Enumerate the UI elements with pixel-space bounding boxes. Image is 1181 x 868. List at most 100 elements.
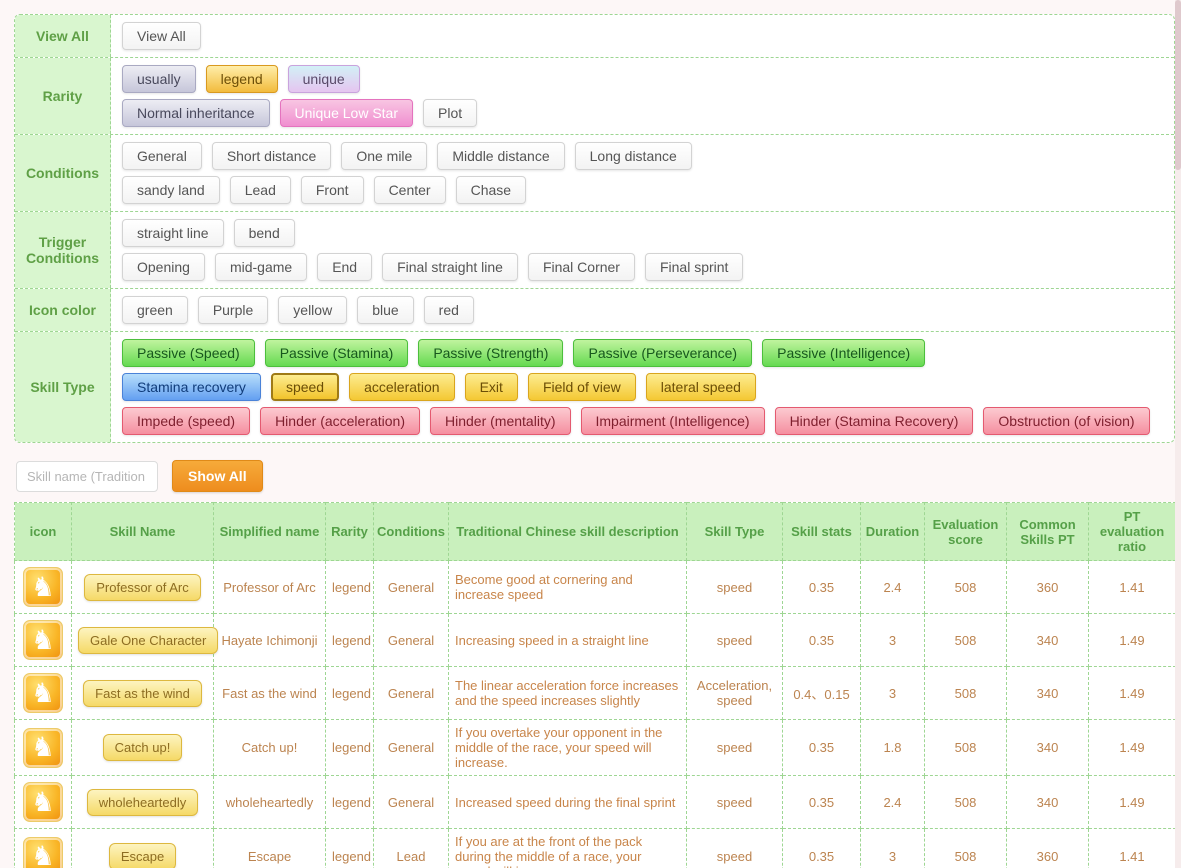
table-row: ♞ Gale One Character Hayate Ichimonji le… (14, 613, 1176, 667)
description-cell: If you overtake your opponent in the mid… (448, 719, 687, 776)
skill-type-field-of-view-button[interactable]: Field of view (527, 373, 636, 401)
skill-icon: ♞ (23, 567, 63, 607)
pt-ratio-cell: 1.49 (1088, 666, 1176, 720)
rarity-unique-low-star-button[interactable]: Unique Low Star (279, 99, 414, 127)
conditions-center-button[interactable]: Center (373, 176, 446, 204)
trigger-bend-button[interactable]: bend (233, 219, 295, 247)
icon-color-yellow-button[interactable]: yellow (278, 296, 348, 324)
scrollbar-thumb[interactable] (1175, 0, 1181, 170)
trigger-final-straight-line-button[interactable]: Final straight line (382, 253, 518, 281)
show-all-button[interactable]: Show All (172, 460, 263, 492)
skill-name-search-input[interactable] (16, 460, 158, 492)
skill-stats-cell: 0.4、0.15 (782, 666, 861, 720)
page-scrollbar[interactable] (1175, 0, 1181, 868)
trigger-final-corner-button[interactable]: Final Corner (527, 253, 635, 281)
skill-type-acceleration-button[interactable]: acceleration (349, 373, 455, 401)
skill-type-passive-intelligence-button[interactable]: Passive (Intelligence) (762, 339, 926, 367)
rarity-unique-button[interactable]: unique (287, 65, 360, 93)
trigger-mid-game-button[interactable]: mid-game (214, 253, 308, 281)
filter-panel: View All View All Rarity usually legend … (14, 14, 1175, 443)
conditions-middle-distance-button[interactable]: Middle distance (437, 142, 565, 170)
simplified-name-cell: Fast as the wind (213, 666, 326, 720)
skill-name-button[interactable]: wholeheartedly (86, 788, 199, 816)
skill-name-button[interactable]: Catch up! (102, 734, 183, 761)
common-skills-pt-cell: 340 (1006, 719, 1089, 776)
filter-label-rarity: Rarity (15, 58, 111, 134)
filter-row-rarity: Rarity usually legend unique Normal inhe… (15, 58, 1174, 135)
trigger-final-sprint-button[interactable]: Final sprint (644, 253, 744, 281)
description-cell: Increased speed during the final sprint (448, 775, 687, 829)
skill-stats-cell: 0.35 (782, 828, 861, 868)
skill-type-obstruction-of-vision-button[interactable]: Obstruction (of vision) (983, 407, 1150, 435)
skill-type-impede-speed-button[interactable]: Impede (speed) (122, 407, 251, 435)
icon-color-purple-button[interactable]: Purple (197, 296, 269, 324)
trigger-straight-line-button[interactable]: straight line (122, 219, 224, 247)
conditions-short-distance-button[interactable]: Short distance (211, 142, 332, 170)
description-cell: Become good at cornering and increase sp… (448, 560, 687, 614)
horse-icon: ♞ (30, 624, 56, 655)
trigger-opening-button[interactable]: Opening (122, 253, 205, 281)
skill-type-passive-stamina-button[interactable]: Passive (Stamina) (264, 339, 409, 367)
horse-icon: ♞ (30, 677, 56, 708)
conditions-general-button[interactable]: General (122, 142, 202, 170)
col-header-common-skills-pt: Common Skills PT (1006, 502, 1089, 561)
rarity-cell: legend (325, 560, 374, 614)
conditions-cell: General (373, 719, 449, 776)
rarity-legend-button[interactable]: legend (205, 65, 278, 93)
duration-cell: 1.8 (860, 719, 925, 776)
rarity-cell: legend (325, 613, 374, 667)
rarity-cell: legend (325, 719, 374, 776)
table-row: ♞ Catch up! Catch up! legend General If … (14, 719, 1176, 776)
conditions-cell: General (373, 666, 449, 720)
skill-type-hinder-mentality-button[interactable]: Hinder (mentality) (430, 407, 571, 435)
skill-icon: ♞ (23, 620, 63, 660)
conditions-chase-button[interactable]: Chase (455, 176, 527, 204)
icon-color-red-button[interactable]: red (423, 296, 474, 324)
conditions-one-mile-button[interactable]: One mile (341, 142, 428, 170)
rarity-plot-button[interactable]: Plot (423, 99, 478, 127)
icon-color-green-button[interactable]: green (122, 296, 188, 324)
filter-row-icon-color: Icon color green Purple yellow blue red (15, 289, 1174, 332)
skill-type-impairment-intelligence-button[interactable]: Impairment (Intelligence) (580, 407, 765, 435)
col-header-pt-evaluation-ratio: PT evaluation ratio (1088, 502, 1176, 561)
conditions-long-distance-button[interactable]: Long distance (574, 142, 692, 170)
skill-name-button[interactable]: Professor of Arc (84, 573, 201, 601)
filter-label-view-all: View All (15, 15, 111, 57)
skill-name-button[interactable]: Escape (108, 843, 177, 868)
skill-name-button[interactable]: Gale One Character (78, 626, 219, 654)
table-row: ♞ Fast as the wind Fast as the wind lege… (14, 666, 1176, 720)
skill-type-exit-button[interactable]: Exit (464, 373, 518, 401)
rarity-cell: legend (325, 775, 374, 829)
icon-color-blue-button[interactable]: blue (357, 296, 414, 324)
duration-cell: 2.4 (860, 560, 925, 614)
conditions-cell: Lead (373, 828, 449, 868)
skill-type-hinder-acceleration-button[interactable]: Hinder (acceleration) (260, 407, 421, 435)
skill-name-button[interactable]: Fast as the wind (83, 679, 202, 707)
skill-type-stamina-recovery-button[interactable]: Stamina recovery (122, 373, 261, 401)
horse-icon: ♞ (30, 732, 56, 762)
view-all-button[interactable]: View All (122, 22, 201, 50)
rarity-normal-inheritance-button[interactable]: Normal inheritance (122, 99, 270, 127)
skill-type-passive-strength-button[interactable]: Passive (Strength) (418, 339, 564, 367)
rarity-usually-button[interactable]: usually (122, 65, 196, 93)
skill-type-passive-perseverance-button[interactable]: Passive (Perseverance) (573, 339, 753, 367)
conditions-lead-button[interactable]: Lead (229, 176, 291, 204)
simplified-name-cell: wholeheartedly (213, 775, 326, 829)
col-header-duration: Duration (860, 502, 925, 561)
skill-type-passive-speed-button[interactable]: Passive (Speed) (122, 339, 255, 367)
col-header-skill-stats: Skill stats (782, 502, 861, 561)
conditions-sandy-land-button[interactable]: sandy land (122, 176, 220, 204)
filter-row-conditions: Conditions General Short distance One mi… (15, 135, 1174, 212)
skill-type-cell: speed (686, 613, 783, 667)
conditions-front-button[interactable]: Front (300, 176, 364, 204)
skill-icon: ♞ (23, 782, 63, 822)
description-cell: The linear acceleration force increases … (448, 666, 687, 720)
duration-cell: 3 (860, 828, 925, 868)
skill-type-lateral-speed-button[interactable]: lateral speed (645, 373, 756, 401)
filter-label-icon-color: Icon color (15, 289, 111, 331)
skill-type-speed-button[interactable]: speed (270, 373, 340, 401)
skill-type-hinder-stamina-recovery-button[interactable]: Hinder (Stamina Recovery) (774, 407, 974, 435)
trigger-end-button[interactable]: End (317, 253, 373, 281)
common-skills-pt-cell: 360 (1006, 560, 1089, 614)
evaluation-score-cell: 508 (924, 560, 1007, 614)
